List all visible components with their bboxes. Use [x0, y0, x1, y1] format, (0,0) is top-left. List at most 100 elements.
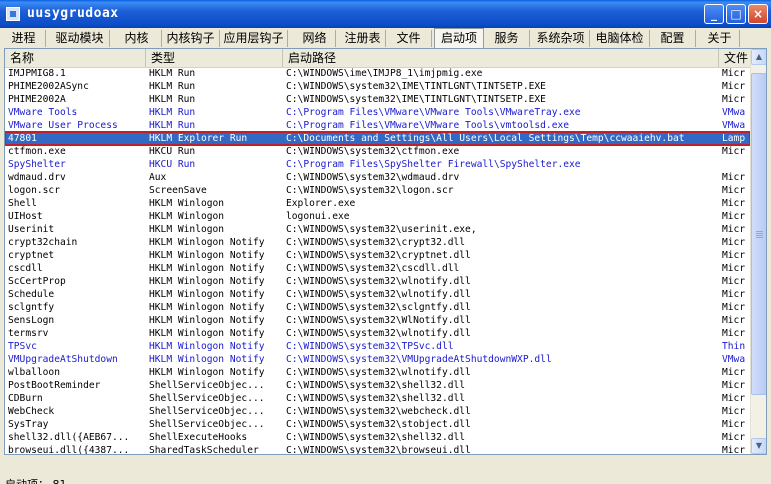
- title-bar[interactable]: uusygrudoax _ □ ×: [0, 0, 771, 28]
- row-name: CDBurn: [8, 393, 43, 404]
- row-file: Micr: [722, 315, 746, 326]
- row-path: C:\WINDOWS\system32\stobject.dll: [286, 419, 471, 430]
- row-type: ShellServiceObjec...: [149, 393, 265, 404]
- tab-startup[interactable]: 启动项: [434, 28, 484, 48]
- table-row[interactable]: VMware Tools HKLM Run C:\Program Files\VMw…: [5, 106, 750, 119]
- table-row[interactable]: ScCertProp HKLM Winlogon Notify C:\WINDOWS…: [5, 275, 750, 288]
- table-row[interactable]: SensLogn HKLM Winlogon Notify C:\WINDOWS\s…: [5, 314, 750, 327]
- row-type: HKLM Run: [149, 94, 196, 105]
- row-type: HKCU Run: [149, 159, 196, 170]
- table-row[interactable]: wlballoon HKLM Winlogon Notify C:\WINDOWS\…: [5, 366, 750, 379]
- row-file: VMwa: [722, 120, 746, 131]
- row-name: WebCheck: [8, 406, 55, 417]
- tab-services[interactable]: 服务: [484, 30, 530, 47]
- scroll-down-button[interactable]: ▼: [751, 438, 766, 454]
- table-row[interactable]: WebCheck ShellServiceObjec... C:\WINDOWS\s…: [5, 405, 750, 418]
- table-row[interactable]: IMJPMIG8.1 HKLM Run C:\WINDOWS\ime\IMJP8_1…: [5, 67, 750, 80]
- row-name: SensLogn: [8, 315, 55, 326]
- table-row[interactable]: VMware User Process HKLM Run C:\Program Fi…: [5, 119, 750, 132]
- row-file: Micr: [722, 380, 746, 391]
- column-header-type[interactable]: 类型: [146, 49, 283, 67]
- row-type: Aux: [149, 172, 167, 183]
- tab-about[interactable]: 关于: [700, 30, 740, 47]
- row-file: Micr: [722, 211, 746, 222]
- row-path: C:\WINDOWS\system32\cryptnet.dll: [286, 250, 471, 261]
- row-path: C:\WINDOWS\system32\wlnotify.dll: [286, 328, 471, 339]
- table-row[interactable]: Shell HKLM Winlogon Explorer.exe Micr: [5, 197, 750, 210]
- row-path: C:\WINDOWS\system32\webcheck.dll: [286, 406, 471, 417]
- close-button[interactable]: ×: [748, 4, 768, 24]
- table-row[interactable]: shell32.dll({AEB67... ShellExecuteHooks C:…: [5, 431, 750, 444]
- table-row[interactable]: CDBurn ShellServiceObjec... C:\WINDOWS\sys…: [5, 392, 750, 405]
- startup-list[interactable]: 名称 类型 启动路径 文件 IMJPMIG8.1 HKLM Run C:\WINDO…: [4, 48, 767, 455]
- row-file: VMwa: [722, 107, 746, 118]
- row-path: C:\WINDOWS\system32\shell32.dll: [286, 432, 466, 443]
- row-path: C:\WINDOWS\system32\IME\TINTLGNT\TINTSET…: [286, 94, 546, 105]
- tab-app-hooks[interactable]: 应用层钩子: [220, 30, 288, 47]
- row-path: C:\WINDOWS\system32\cscdll.dll: [286, 263, 460, 274]
- table-row[interactable]: UIHost HKLM Winlogon logonui.exe Micr: [5, 210, 750, 223]
- table-row[interactable]: cryptnet HKLM Winlogon Notify C:\WINDOWS\s…: [5, 249, 750, 262]
- row-path: C:\Program Files\SpyShelter Firewall\Spy…: [286, 159, 581, 170]
- table-row[interactable]: SpyShelter HKCU Run C:\Program Files\SpySh…: [5, 158, 750, 171]
- table-row[interactable]: PostBootReminder ShellServiceObjec... C:\W…: [5, 379, 750, 392]
- row-name: cscdll: [8, 263, 43, 274]
- tab-system-misc[interactable]: 系统杂项: [532, 30, 590, 47]
- table-row[interactable]: VMUpgradeAtShutdown HKLM Winlogon Notify C…: [5, 353, 750, 366]
- tab-processes[interactable]: 进程: [2, 30, 46, 47]
- table-row[interactable]: browseui.dll({4387... SharedTaskScheduler…: [5, 444, 750, 454]
- maximize-button[interactable]: □: [726, 4, 746, 24]
- table-row[interactable]: TPSvc HKLM Winlogon Notify C:\WINDOWS\syst…: [5, 340, 750, 353]
- table-row[interactable]: 47801 HKLM Explorer Run C:\Documents and S…: [5, 131, 750, 146]
- table-row[interactable]: wdmaud.drv Aux C:\WINDOWS\system32\wdmaud.…: [5, 171, 750, 184]
- row-type: HKLM Winlogon Notify: [149, 354, 265, 365]
- table-row[interactable]: ctfmon.exe HKCU Run C:\WINDOWS\system32\ct…: [5, 145, 750, 158]
- row-path: C:\WINDOWS\system32\ctfmon.exe: [286, 146, 460, 157]
- vertical-scrollbar[interactable]: ▲ ▼: [750, 49, 766, 454]
- row-type: HKLM Explorer Run: [149, 133, 248, 144]
- column-header-path[interactable]: 启动路径: [283, 49, 719, 67]
- tab-config[interactable]: 配置: [650, 30, 696, 47]
- row-path: C:\WINDOWS\system32\wlnotify.dll: [286, 367, 471, 378]
- table-row[interactable]: PHIME2002ASync HKLM Run C:\WINDOWS\system3…: [5, 80, 750, 93]
- row-file: VMwa: [722, 354, 746, 365]
- row-name: sclgntfy: [8, 302, 55, 313]
- table-row[interactable]: logon.scr ScreenSave C:\WINDOWS\system32\l…: [5, 184, 750, 197]
- column-header-name[interactable]: 名称: [5, 49, 146, 67]
- table-row[interactable]: Userinit HKLM Winlogon C:\WINDOWS\system32…: [5, 223, 750, 236]
- table-row[interactable]: crypt32chain HKLM Winlogon Notify C:\WINDO…: [5, 236, 750, 249]
- table-row[interactable]: Schedule HKLM Winlogon Notify C:\WINDOWS\s…: [5, 288, 750, 301]
- row-name: cryptnet: [8, 250, 55, 261]
- row-file: Micr: [722, 289, 746, 300]
- row-file: Micr: [722, 276, 746, 287]
- row-path: C:\WINDOWS\system32\VMUpgradeAtShutdownW…: [286, 354, 552, 365]
- row-type: HKLM Run: [149, 81, 196, 92]
- row-file: Micr: [722, 224, 746, 235]
- minimize-button[interactable]: _: [704, 4, 724, 24]
- row-file: Micr: [722, 68, 746, 79]
- table-row[interactable]: cscdll HKLM Winlogon Notify C:\WINDOWS\sys…: [5, 262, 750, 275]
- table-row[interactable]: SysTray ShellServiceObjec... C:\WINDOWS\sy…: [5, 418, 750, 431]
- row-file: Micr: [722, 406, 746, 417]
- scroll-up-button[interactable]: ▲: [751, 49, 766, 65]
- row-path: C:\WINDOWS\system32\userinit.exe,: [286, 224, 477, 235]
- row-name: SysTray: [8, 419, 49, 430]
- tab-pc-checkup[interactable]: 电脑体检: [590, 30, 650, 47]
- table-row[interactable]: PHIME2002A HKLM Run C:\WINDOWS\system32\IM…: [5, 93, 750, 106]
- tab-files[interactable]: 文件: [386, 30, 432, 47]
- table-row[interactable]: sclgntfy HKLM Winlogon Notify C:\WINDOWS\s…: [5, 301, 750, 314]
- tab-kernel[interactable]: 内核: [112, 30, 162, 47]
- scroll-thumb[interactable]: [751, 73, 766, 395]
- row-type: HKLM Run: [149, 68, 196, 79]
- row-path: C:\Program Files\VMware\VMware Tools\VMw…: [286, 107, 581, 118]
- tab-kernel-hooks[interactable]: 内核钩子: [162, 30, 220, 47]
- row-type: SharedTaskScheduler: [149, 445, 259, 454]
- row-name: VMware User Process: [8, 120, 118, 131]
- tab-network[interactable]: 网络: [294, 30, 336, 47]
- row-name: Schedule: [8, 289, 55, 300]
- tab-driver-modules[interactable]: 驱动模块: [50, 30, 110, 47]
- table-row[interactable]: termsrv HKLM Winlogon Notify C:\WINDOWS\sy…: [5, 327, 750, 340]
- row-type: HKLM Winlogon: [149, 224, 225, 235]
- column-header-file[interactable]: 文件: [719, 49, 750, 67]
- tab-registry[interactable]: 注册表: [340, 30, 386, 47]
